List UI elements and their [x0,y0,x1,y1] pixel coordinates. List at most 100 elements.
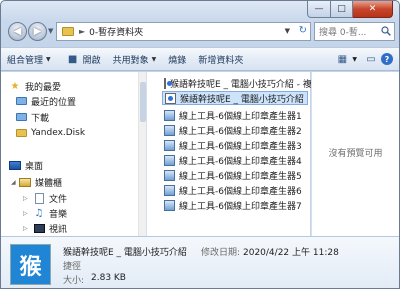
file-item-selected[interactable]: 猴語幹技呢E _ 電腦小技巧介紹 [162,91,308,105]
sidebar-label: 我的最愛 [25,82,62,93]
sidebar-item-downloads[interactable]: 下載 [15,110,49,124]
scrollbar-thumb[interactable] [140,82,146,122]
sidebar-item-yandex[interactable]: Yandex.Disk [15,126,85,140]
sidebar-scrollbar[interactable] [138,72,146,236]
new-folder-label: 新增資料夾 [198,55,244,66]
sidebar-item-music[interactable]: ♫ 音樂 [33,206,68,220]
video-icon [33,223,45,234]
forward-button[interactable]: ▶ [28,22,47,41]
file-list: 猴語幹技呢E _ 電腦小技巧介紹 - 複製 猴語幹技呢E _ 電腦小技巧介紹 線… [147,72,321,236]
file-type: 捷徑 [63,262,82,272]
help-icon[interactable]: ? [381,53,393,65]
image-file-icon [164,109,175,121]
file-thumbnail: 猴 [10,244,51,285]
recent-pages-dropdown[interactable]: ▼ [48,27,53,35]
file-item[interactable]: 線上工具-6個線上印章產生器1 [162,108,308,122]
file-item[interactable]: 線上工具-6個線上印章產生器4 [162,153,308,167]
star-icon: ★ [10,80,20,92]
share-label: 共用對象 [112,55,149,66]
file-name: 猴語幹技呢E _ 電腦小技巧介紹 [180,94,304,105]
modified-label: 修改日期: [201,248,241,258]
expand-arrow-icon[interactable]: ▷ [23,225,28,232]
maximize-button[interactable]: □ [331,1,353,18]
new-folder-button[interactable]: 新增資料夾 [192,47,249,71]
expand-arrow-icon[interactable]: ▷ [23,210,28,217]
recent-places-icon [15,96,27,107]
back-button[interactable]: ◀ [8,22,27,41]
sidebar-label: Yandex.Disk [31,128,86,138]
file-name: 線上工具-6個線上印章產生器2 [179,126,302,137]
open-file-icon: ■ [67,53,78,65]
file-item[interactable]: 線上工具-6個線上印章產生器3 [162,138,308,152]
music-icon: ♫ [34,207,44,219]
search-icon[interactable] [381,26,391,36]
open-button[interactable]: ■ 開啟 [57,47,107,71]
sidebar-item-desktop[interactable]: 桌面 [9,158,43,172]
burn-button[interactable]: 燒錄 [162,47,192,71]
toolbar-right: ▦ ▼ ▭ ? [332,53,399,65]
file-item[interactable]: 猴語幹技呢E _ 電腦小技巧介紹 - 複製 [162,76,321,90]
desktop-icon [9,160,21,171]
downloads-folder-icon [15,112,27,123]
file-item[interactable]: 線上工具-6個線上印章產生器7 [162,198,308,212]
sidebar-label: 音樂 [49,209,68,220]
document-icon [33,192,45,204]
sidebar-item-libraries[interactable]: 媒體櫃 [19,175,62,189]
organize-label: 組合管理 [7,55,44,66]
sidebar-label: 桌面 [25,161,44,172]
file-name: 線上工具-6個線上印章產生器5 [179,171,302,182]
sidebar-label: 最近的位置 [31,97,77,108]
image-file-icon [164,169,175,181]
sidebar-item-documents[interactable]: 文件 [33,191,67,205]
chevron-down-icon: ▼ [151,55,157,63]
details-pane: 猴 猴語幹技呢E _ 電腦小技巧介紹 修改日期: 2020/4/22 上午 11… [1,236,399,288]
expand-arrow-icon[interactable]: ◢ [11,179,16,186]
address-dropdown-icon[interactable]: ▼ [285,27,290,35]
address-path[interactable]: 0-暫存資料夾 [89,25,143,38]
sidebar-item-videos[interactable]: 視訊 [33,221,67,235]
window-controls: — □ ✕ [307,1,393,18]
size-label: 大小: [63,276,85,286]
view-dropdown-icon[interactable]: ▼ [352,56,357,63]
file-item[interactable]: 線上工具-6個線上印章產生器6 [162,183,308,197]
file-name: 線上工具-6個線上印章產生器3 [179,141,302,152]
preview-pane-icon[interactable]: ▭ [361,54,381,65]
search-placeholder: 搜尋 0-暫... [319,28,367,38]
file-item[interactable]: 線上工具-6個線上印章產生器5 [162,168,308,182]
organize-button[interactable]: 組合管理 ▼ [1,47,57,71]
folder-icon [15,128,27,139]
file-name: 猴語幹技呢E _ 電腦小技巧介紹 - 複製 [170,79,321,90]
command-bar: 組合管理 ▼ ■ 開啟 共用對象 ▼ 燒錄 新增資料夾 ▦ ▼ ▭ ? [1,47,399,71]
search-input[interactable]: 搜尋 0-暫... [314,22,395,41]
close-button[interactable]: ✕ [353,1,393,18]
sidebar-item-favorites[interactable]: ★ 我的最愛 [9,79,62,93]
sidebar-label: 文件 [49,194,68,205]
address-bar[interactable]: ► 0-暫存資料夾 ▼ ↻ [56,22,311,41]
breadcrumb-separator-icon[interactable]: ► [79,27,85,36]
file-name: 線上工具-6個線上印章產生器4 [179,156,302,167]
view-options-icon[interactable]: ▦ [332,54,352,65]
sidebar-label: 視訊 [49,224,68,235]
navigation-pane: ★ 我的最愛 最近的位置 下載 Yandex.Disk 桌面 ◢ 媒體櫃 ▷ 文… [1,72,147,236]
sidebar-label: 媒體櫃 [35,178,63,189]
share-button[interactable]: 共用對象 ▼ [107,47,163,71]
preview-pane: 沒有預覽可用 [311,72,399,236]
modified-value: 2020/4/22 上午 11:28 [243,248,339,258]
file-name: 線上工具-6個線上印章產生器6 [179,186,302,197]
explorer-window: — □ ✕ ◀ ▶ ▼ ► 0-暫存資料夾 ▼ ↻ 搜尋 0-暫... 組合管理… [0,0,400,289]
refresh-icon[interactable]: ↻ [299,25,307,36]
image-file-icon [164,199,175,211]
sidebar-item-recent[interactable]: 最近的位置 [15,94,76,108]
expand-arrow-icon[interactable]: ▷ [23,195,28,202]
navigation-row: ◀ ▶ ▼ ► 0-暫存資料夾 ▼ ↻ 搜尋 0-暫... [1,20,399,42]
library-icon [19,177,31,188]
file-item[interactable]: 線上工具-6個線上印章產生器2 [162,123,308,137]
web-shortcut-icon [165,92,176,104]
web-shortcut-icon [164,77,172,89]
open-label: 開啟 [82,55,101,66]
image-file-icon [164,139,175,151]
folder-icon [62,27,74,36]
sidebar-label: 下載 [31,113,50,124]
minimize-button[interactable]: — [307,1,331,18]
size-value: 2.83 KB [91,273,126,283]
